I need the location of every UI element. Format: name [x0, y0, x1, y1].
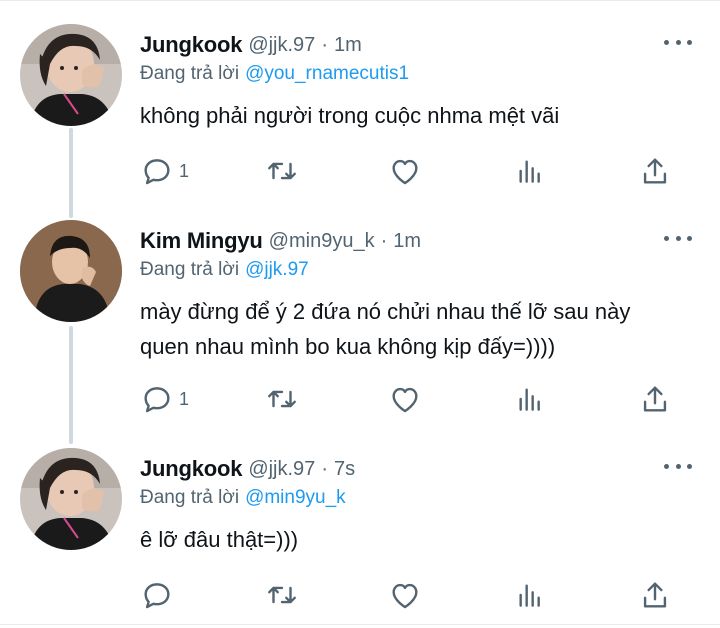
action-bar: 1	[140, 154, 680, 188]
more-icon[interactable]	[664, 456, 692, 476]
replying-to-label: Đang trả lời	[140, 259, 240, 280]
reply-button[interactable]: 1	[140, 154, 189, 188]
mingyu-avatar-image	[20, 220, 122, 322]
replying-to-label: Đang trả lời	[140, 487, 240, 508]
separator: ·	[321, 33, 328, 56]
retweet-button[interactable]	[264, 382, 300, 416]
heart-icon	[392, 583, 418, 609]
retweet-button[interactable]	[264, 154, 300, 188]
more-icon[interactable]	[664, 32, 692, 52]
user-handle[interactable]: @jjk.97	[248, 458, 315, 481]
more-icon[interactable]	[664, 228, 692, 248]
reply-icon	[144, 387, 170, 413]
share-button[interactable]	[638, 154, 672, 188]
display-name[interactable]: Jungkook	[140, 456, 243, 482]
analytics-icon	[519, 584, 540, 607]
timestamp[interactable]: 1m	[334, 34, 362, 57]
retweet-icon	[268, 390, 296, 408]
separator: ·	[380, 229, 388, 252]
tweet-text-line: mày đừng để ý 2 đứa nó chửi nhau thế lỡ …	[140, 299, 631, 324]
replying-to: Đang trả lời @min9yu_k	[140, 484, 346, 512]
replying-to: Đang trả lời @you_rnamecutis1	[140, 60, 409, 88]
views-button[interactable]	[514, 578, 546, 612]
avatar[interactable]	[20, 24, 122, 126]
user-handle[interactable]: @min9yu_k	[269, 230, 375, 253]
reply-count: 1	[179, 160, 190, 181]
display-name[interactable]: Kim Mingyu	[140, 228, 263, 254]
tweet-header: Jungkook @jjk.97 · 7s	[140, 454, 355, 484]
share-icon	[643, 582, 667, 608]
retweet-icon	[268, 586, 296, 604]
action-bar	[140, 578, 680, 612]
share-icon	[643, 386, 667, 412]
views-button[interactable]	[514, 154, 546, 188]
tweet-text-line: ê lỡ đâu thật=)))	[140, 527, 299, 552]
separator: ·	[321, 457, 328, 480]
timestamp[interactable]: 1m	[393, 230, 421, 253]
user-handle[interactable]: @jjk.97	[248, 34, 315, 57]
replying-to-link[interactable]: @jjk.97	[245, 259, 309, 281]
reply-button[interactable]	[140, 578, 179, 612]
reply-icon	[144, 583, 170, 609]
retweet-icon	[268, 162, 296, 180]
replying-to-link[interactable]: @min9yu_k	[245, 487, 346, 509]
tweet-text: không phải người trong cuộc nhma mệt vãi	[140, 98, 559, 133]
reply-button[interactable]: 1	[140, 382, 189, 416]
avatar[interactable]	[20, 448, 122, 550]
heart-icon	[392, 159, 418, 185]
views-button[interactable]	[514, 382, 546, 416]
reply-icon	[144, 159, 170, 185]
heart-icon	[392, 387, 418, 413]
bottom-divider	[0, 624, 720, 625]
tweet-header: Jungkook @jjk.97 · 1m	[140, 30, 362, 60]
display-name[interactable]: Jungkook	[140, 32, 243, 58]
jungkook-avatar-image	[20, 24, 122, 126]
tweet-text-line: quen nhau mình bo kua không kịp đấy=))))	[140, 334, 556, 359]
timestamp[interactable]: 7s	[334, 458, 355, 481]
jungkook-avatar-image	[20, 448, 122, 550]
replying-to-link[interactable]: @you_rnamecutis1	[245, 63, 409, 85]
tweet-text: mày đừng để ý 2 đứa nó chửi nhau thế lỡ …	[140, 294, 630, 364]
share-button[interactable]	[638, 578, 672, 612]
tweet-text-line: không phải người trong cuộc nhma mệt vãi	[140, 103, 560, 128]
analytics-icon	[519, 388, 540, 411]
avatar[interactable]	[20, 220, 122, 322]
retweet-button[interactable]	[264, 578, 300, 612]
reply-count: 1	[179, 388, 190, 409]
replying-to-label: Đang trả lời	[140, 63, 240, 84]
tweet-header: Kim Mingyu @min9yu_k · 1m	[140, 226, 421, 256]
thread-connector	[69, 128, 73, 218]
thread-connector	[69, 326, 73, 444]
share-icon	[643, 158, 667, 184]
like-button[interactable]	[388, 154, 422, 188]
action-bar: 1	[140, 382, 680, 416]
analytics-icon	[519, 160, 540, 183]
like-button[interactable]	[388, 578, 422, 612]
replying-to: Đang trả lời @jjk.97	[140, 256, 309, 284]
tweet-text: ê lỡ đâu thật=)))	[140, 522, 298, 557]
share-button[interactable]	[638, 382, 672, 416]
like-button[interactable]	[388, 382, 422, 416]
top-divider	[0, 0, 720, 6]
